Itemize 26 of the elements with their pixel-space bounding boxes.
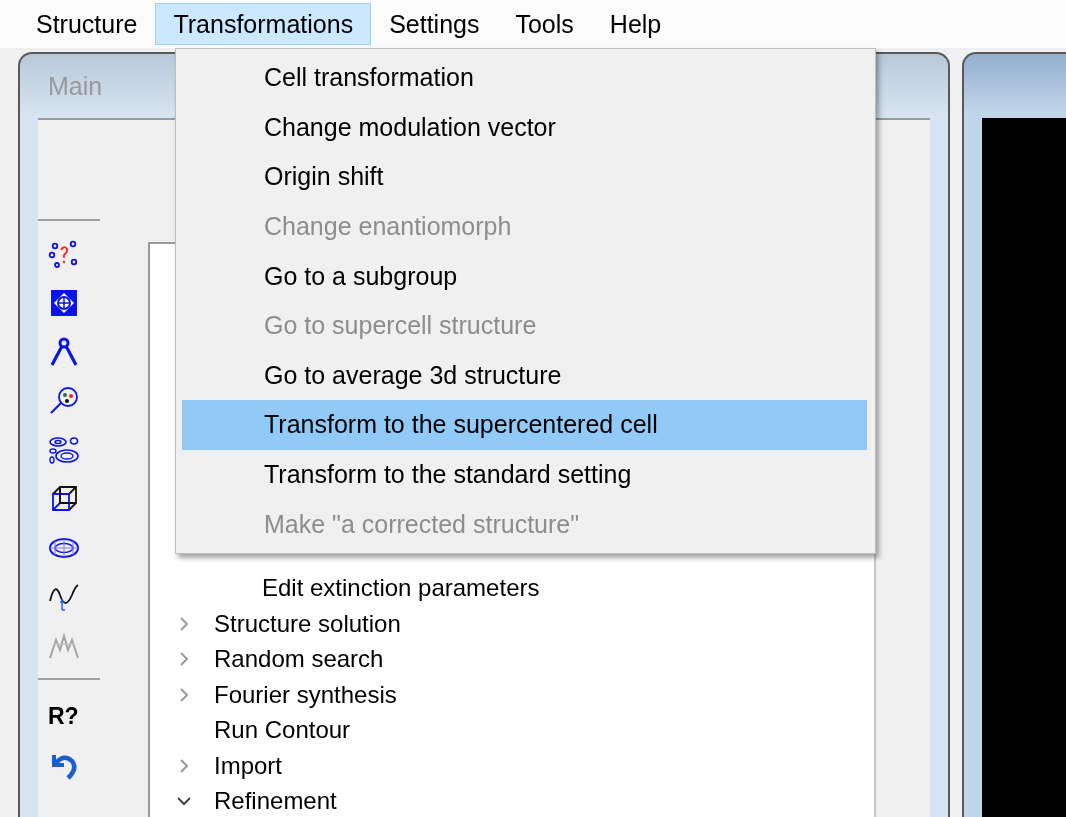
- tree-item[interactable]: Structure solution: [214, 609, 401, 638]
- rings-icon[interactable]: [48, 434, 80, 466]
- menu-option[interactable]: Change modulation vector: [182, 102, 867, 153]
- menu-option[interactable]: Transform to the standard setting: [182, 449, 867, 500]
- wave-icon[interactable]: [48, 581, 80, 613]
- tree-item[interactable]: Run Contour: [214, 716, 351, 745]
- tree-item[interactable]: Refinement: [214, 787, 337, 816]
- menu-item[interactable]: Structure: [18, 3, 156, 45]
- menu-item[interactable]: Tools: [497, 3, 592, 45]
- tree-item[interactable]: Random search: [214, 645, 384, 674]
- tripod-icon[interactable]: [48, 336, 80, 368]
- atoms-query-icon[interactable]: [48, 238, 80, 270]
- menu-item[interactable]: Help: [591, 3, 680, 45]
- menu-option[interactable]: Go to average 3d structure: [182, 350, 867, 401]
- menu-item[interactable]: Transformations: [155, 3, 372, 45]
- tree-item[interactable]: Edit extinction parameters: [262, 574, 540, 603]
- menu-item[interactable]: Settings: [371, 3, 498, 45]
- r-query-button[interactable]: R?: [48, 698, 79, 734]
- tree-item[interactable]: Import: [214, 751, 282, 780]
- menu-option[interactable]: Go to a subgroup: [182, 251, 867, 301]
- lattice-square-icon[interactable]: [48, 287, 80, 319]
- menu-option[interactable]: Transform to the supercentered cell: [182, 400, 867, 450]
- tree-item[interactable]: Fourier synthesis: [214, 680, 397, 709]
- window-title: Main: [48, 71, 103, 101]
- menu-option[interactable]: Cell transformation: [182, 53, 867, 103]
- menu-option[interactable]: Origin shift: [182, 152, 867, 202]
